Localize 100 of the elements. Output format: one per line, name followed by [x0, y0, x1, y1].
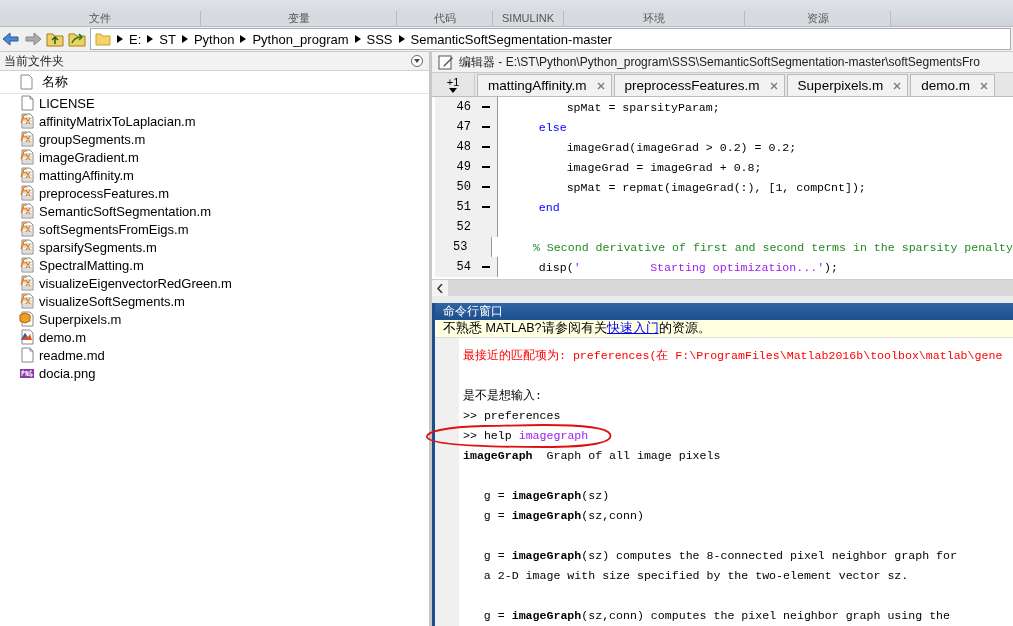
line-number: 48: [435, 137, 475, 157]
command-suggestion[interactable]: >> help imagegraph: [463, 426, 1013, 446]
file-item[interactable]: LICENSE: [39, 95, 95, 111]
document-icon: [19, 95, 35, 111]
code-line: imageGrad = imageGrad + 0.8;: [565, 160, 762, 174]
file-item[interactable]: SpectralMatting.m: [39, 257, 144, 273]
line-number: 46: [435, 97, 475, 117]
section-label: 文件: [0, 11, 201, 26]
column-header[interactable]: 名称: [42, 73, 68, 91]
document-icon: [19, 347, 35, 363]
file-item[interactable]: SemanticSoftSegmentation.m: [39, 203, 211, 219]
path-segment[interactable]: Python_program: [252, 31, 349, 47]
section-label: 环境: [564, 11, 745, 26]
file-item[interactable]: imageGradient.m: [39, 149, 139, 165]
file-item[interactable]: docia.png: [39, 365, 96, 381]
help-text: imageGraph Graph of all image pixels: [463, 448, 722, 464]
editor-tab[interactable]: mattingAffinity.m: [477, 74, 612, 96]
up-folder-icon[interactable]: [46, 31, 64, 47]
file-item[interactable]: preprocessFeatures.m: [39, 185, 170, 201]
close-icon[interactable]: [596, 81, 605, 90]
function-file-icon: [19, 239, 35, 255]
pencil-icon: [438, 54, 454, 70]
line-number: 47: [435, 117, 475, 137]
function-file-icon: [19, 203, 35, 219]
command-suggestion[interactable]: >> preferences: [463, 406, 1013, 426]
path-segment[interactable]: SemanticSoftSegmentation-master: [410, 31, 613, 47]
file-item[interactable]: Superpixels.m: [39, 311, 122, 327]
section-label: SIMULINK: [493, 11, 564, 26]
close-icon[interactable]: [979, 81, 988, 90]
file-item[interactable]: groupSegments.m: [39, 131, 146, 147]
function-file-icon: [19, 257, 35, 273]
section-label: 资源: [745, 11, 891, 26]
help-text: g = imageGraph(sz) computes the 8-connected pixel neighbor graph for: [482, 548, 958, 564]
function-file-icon: [19, 293, 35, 309]
function-file-icon: [19, 185, 35, 201]
line-number: 50: [435, 177, 475, 197]
help-text: g = imageGraph(sz): [482, 488, 611, 504]
line-number: 51: [435, 197, 475, 217]
line-number: 53: [435, 237, 472, 257]
function-file-icon: [19, 113, 35, 129]
editor-tab[interactable]: preprocessFeatures.m: [613, 74, 785, 96]
editor-tab[interactable]: Superpixels.m: [786, 74, 909, 96]
code-line: spMat = sparsityParam;: [565, 100, 720, 114]
browse-folder-icon[interactable]: [68, 31, 86, 47]
function-file-icon: [19, 149, 35, 165]
function-file-icon: [19, 167, 35, 183]
tab-list-button[interactable]: +1: [432, 73, 475, 96]
separator-arrow-icon: [181, 35, 188, 43]
close-icon[interactable]: [769, 81, 778, 90]
file-item[interactable]: visualizeSoftSegments.m: [39, 293, 185, 309]
path-segment[interactable]: Python: [193, 31, 235, 47]
file-item[interactable]: mattingAffinity.m: [39, 167, 134, 183]
code-line: imageGrad(imageGrad > 0.2) = 0.2;: [565, 140, 797, 154]
line-number: 52: [435, 217, 475, 237]
line-number: 54: [435, 257, 475, 277]
path-segment[interactable]: ST: [159, 31, 176, 47]
section-label: 代码: [397, 11, 493, 26]
file-item[interactable]: demo.m: [39, 329, 86, 345]
path-segment[interactable]: E:: [129, 31, 142, 47]
function-file-icon: [19, 131, 35, 147]
quick-start-link[interactable]: 快速入门: [606, 321, 659, 335]
file-item[interactable]: readme.md: [39, 347, 105, 363]
script-file-icon: [19, 329, 35, 345]
function-file-icon: [19, 221, 35, 237]
line-number: 49: [435, 157, 475, 177]
code-line: end: [537, 200, 560, 214]
editor-title: 编辑器 - E:\ST\Python\Python_program\SSS\SemanticSoftSegmentation-master\softSegmentsFro: [459, 53, 980, 71]
help-text: a 2-D image with size specified by the two-element vector sz.: [482, 568, 910, 584]
class-file-icon: [19, 311, 35, 327]
separator-arrow-icon: [398, 35, 405, 43]
file-item[interactable]: visualizeEigenvectorRedGreen.m: [39, 275, 232, 291]
editor-tab[interactable]: demo.m: [910, 74, 995, 96]
code-line: else: [537, 120, 567, 134]
code-line: % Second derivative of first and second terms in the sparsity penalty: [531, 240, 1013, 254]
separator-arrow-icon: [117, 35, 123, 43]
path-field[interactable]: E: ST Python Python_program SSS SemanticSoftSegmentation-master: [90, 28, 1011, 50]
code-line: disp(' Starting optimization...');: [537, 260, 838, 274]
caret-icon: [449, 88, 457, 93]
file-item[interactable]: sparsifySegments.m: [39, 239, 157, 255]
horizontal-scrollbar[interactable]: [432, 279, 1013, 296]
file-item[interactable]: softSegmentsFromEigs.m: [39, 221, 189, 237]
back-icon[interactable]: [2, 32, 20, 46]
close-icon[interactable]: [893, 81, 902, 90]
path-segment[interactable]: SSS: [366, 31, 393, 47]
separator-arrow-icon: [240, 35, 247, 43]
scroll-left-icon[interactable]: [432, 280, 448, 296]
section-label: 变量: [201, 11, 397, 26]
panel-title: 命令行窗口: [443, 303, 503, 320]
help-text: g = imageGraph(sz,conn) computes the pixel neighbor graph using the: [482, 608, 952, 624]
notice-text: 不熟悉 MATLAB?请参阅有关快速入门的资源。: [443, 320, 711, 337]
panel-title: 当前文件夹: [4, 52, 64, 70]
code-line: spMat = repmat(imageGrad(:), [1, compCnt]);: [565, 180, 866, 194]
function-file-icon: [19, 275, 35, 291]
dropdown-icon[interactable]: [411, 55, 423, 67]
separator-arrow-icon: [354, 35, 361, 43]
error-message: 最接近的匹配项为: preferences(在 F:\ProgramFiles\Matlab2016b\toolbox\matlab\gene: [463, 348, 1004, 364]
forward-icon[interactable]: [24, 32, 42, 46]
separator-arrow-icon: [147, 35, 154, 43]
help-text: g = imageGraph(sz,conn): [482, 508, 645, 524]
file-item[interactable]: affinityMatrixToLaplacian.m: [39, 113, 196, 129]
